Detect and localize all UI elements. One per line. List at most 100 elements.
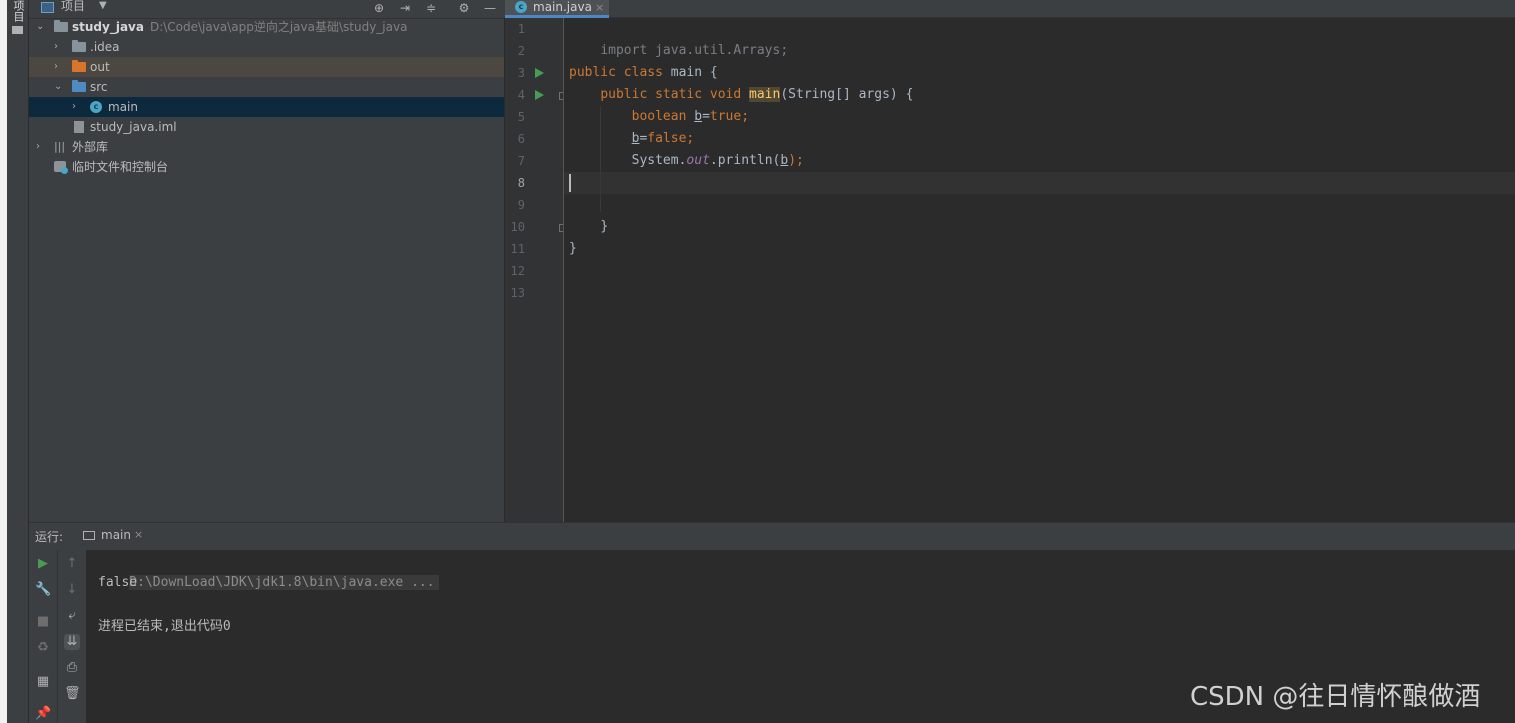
folder-icon: [12, 26, 23, 34]
run-tab-label: main: [101, 528, 131, 542]
project-view-title[interactable]: 项目: [61, 0, 85, 12]
run-panel-label: 运行:: [35, 530, 64, 544]
code-text: main {: [670, 65, 718, 80]
line-number: 10: [510, 220, 525, 234]
keyword: false;: [647, 131, 695, 146]
tree-item-out[interactable]: › out: [29, 57, 504, 77]
console-command-line: D:\DownLoad\JDK\jdk1.8\bin\java.exe ...: [98, 550, 439, 590]
project-panel: 项目 ▼ ⊕ ⇥ ≑ ⚙ — ⌄ study_java D:\Code\java\…: [29, 0, 504, 522]
expand-icon[interactable]: ≑: [424, 1, 438, 15]
code-text: =: [702, 109, 710, 124]
tree-item-main[interactable]: › c main: [29, 97, 504, 117]
code-line-4: public static void main(String[] args) {: [569, 84, 913, 106]
minimize-icon[interactable]: —: [483, 1, 497, 15]
tree-item-iml[interactable]: study_java.iml: [29, 117, 504, 137]
module-folder-icon: [54, 20, 68, 32]
collapse-all-icon[interactable]: ⇥: [398, 1, 412, 15]
chevron-down-icon[interactable]: ⌄: [36, 17, 46, 37]
tree-item-src[interactable]: ⌄ src: [29, 77, 504, 97]
folder-icon: [72, 40, 86, 52]
run-tab-main[interactable]: main ×: [80, 523, 150, 549]
line-number: 6: [517, 132, 525, 146]
line-number-current: 8: [517, 176, 525, 190]
trash-icon[interactable]: 🗑: [64, 686, 81, 702]
chevron-right-icon[interactable]: ›: [54, 57, 64, 77]
tree-item-label: .idea: [90, 40, 120, 54]
close-icon[interactable]: ×: [134, 528, 143, 541]
clock-badge-icon: [61, 167, 68, 174]
layout-icon[interactable]: ▦: [35, 674, 51, 690]
window-left-edge: [0, 0, 7, 723]
project-tool-window-label: 项目: [12, 0, 25, 22]
code-text: .println(: [709, 153, 781, 168]
soft-wrap-icon[interactable]: ⤶: [64, 608, 80, 624]
source-folder-icon: [72, 80, 86, 92]
print-icon[interactable]: ⎙: [64, 660, 80, 676]
close-icon[interactable]: ×: [595, 0, 604, 15]
down-arrow-icon[interactable]: ↓: [64, 582, 80, 598]
tree-item-study-java[interactable]: ⌄ study_java D:\Code\java\app逆向之java基础\st…: [29, 17, 504, 37]
run-toolbar-secondary: ↑ ↓ ⤶ ⇊ ⎙ 🗑: [57, 550, 86, 723]
watermark: CSDN @往日情怀酿做酒: [1190, 682, 1481, 712]
code-text: System.: [631, 153, 687, 168]
tool-window-strip: 项目: [7, 0, 29, 723]
code-line-11: }: [569, 238, 577, 260]
keyword: public static void: [600, 87, 750, 102]
code-line-5: boolean b=true;: [569, 106, 749, 128]
tree-item-external-libraries[interactable]: › ||| 外部库: [29, 137, 504, 157]
tree-item-idea[interactable]: › .idea: [29, 37, 504, 57]
variable: b: [780, 153, 789, 168]
target-icon[interactable]: ⊕: [372, 1, 386, 15]
code-text: (String[] args) {: [780, 87, 914, 102]
line-number: 7: [517, 154, 525, 168]
import-statement: import java.util.Arrays;: [600, 43, 789, 58]
tree-item-label: src: [90, 80, 108, 94]
chevron-right-icon[interactable]: ›: [36, 137, 46, 157]
chevron-down-icon[interactable]: ⌄: [54, 77, 64, 97]
file-icon: [74, 121, 84, 133]
tab-label: main.java: [533, 0, 592, 14]
gear-icon[interactable]: ⚙: [457, 1, 471, 15]
chevron-right-icon[interactable]: ›: [72, 97, 82, 117]
tree-item-label: out: [90, 60, 110, 74]
project-view-icon: [41, 2, 54, 13]
line-number: 2: [517, 44, 525, 58]
console-exit-line: 进程已结束,退出代码0: [98, 619, 231, 634]
console-icon: [83, 531, 95, 540]
pin-icon[interactable]: 📌: [35, 706, 51, 722]
line-number: 11: [510, 242, 525, 256]
keyword: boolean: [631, 109, 695, 124]
tree-item-scratches[interactable]: 临时文件和控制台: [29, 157, 504, 177]
tree-item-label: study_java.iml: [90, 120, 177, 134]
console-command[interactable]: D:\DownLoad\JDK\jdk1.8\bin\java.exe ...: [129, 575, 439, 590]
stop-icon[interactable]: ■: [35, 614, 51, 630]
chevron-right-icon[interactable]: ›: [54, 37, 64, 57]
project-tool-window-button[interactable]: 项目: [12, 0, 25, 22]
up-arrow-icon[interactable]: ↑: [64, 556, 80, 572]
run-class-icon[interactable]: [535, 68, 544, 78]
code-text: }: [600, 219, 609, 234]
code-line-7: System.out.println(b);: [569, 150, 804, 172]
rerun-icon[interactable]: ▶: [35, 556, 51, 572]
console-output-line: false: [98, 575, 138, 590]
line-number: 3: [517, 66, 525, 80]
tab-main-java[interactable]: c main.java ×: [505, 0, 609, 18]
tree-item-label: 外部库: [72, 140, 109, 154]
keyword: public class: [569, 65, 671, 80]
restart-icon[interactable]: ♻: [35, 640, 51, 656]
run-panel-header: 运行:: [29, 522, 1515, 550]
run-main-icon[interactable]: [535, 90, 544, 100]
line-number: 12: [510, 264, 525, 278]
class-icon: c: [515, 1, 527, 13]
editor-tab-bar: [504, 0, 1515, 18]
line-number: 1: [517, 22, 525, 36]
run-toolbar-primary: ▶ 🔧 ■ ♻ ▦ 📌: [29, 550, 57, 723]
chevron-down-icon[interactable]: ▼: [99, 0, 107, 12]
code-line-1: import java.util.Arrays;: [569, 18, 788, 58]
class-icon: c: [90, 101, 102, 113]
tree-item-label: study_java: [72, 20, 144, 34]
line-number: 5: [517, 110, 525, 124]
wrench-icon[interactable]: 🔧: [35, 582, 51, 598]
scroll-to-end-icon[interactable]: ⇊: [64, 634, 80, 650]
tree-item-label: 临时文件和控制台: [72, 160, 169, 174]
